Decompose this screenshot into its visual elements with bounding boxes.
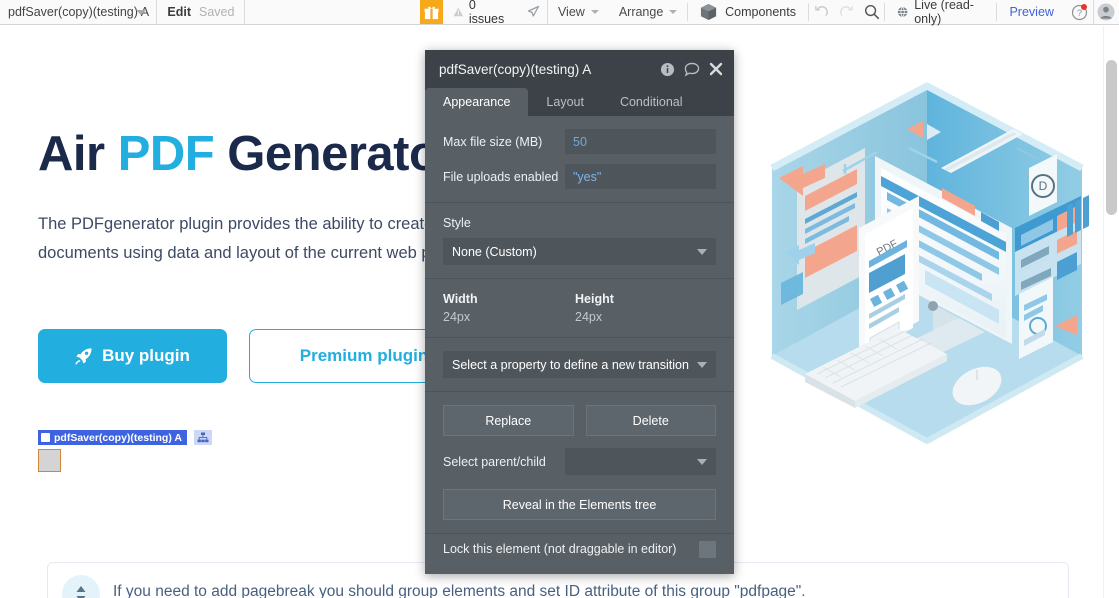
chevron-down-icon (697, 459, 707, 465)
page-title-part1: Air (38, 127, 118, 181)
plugin-fields-section: Max file size (MB) 50 File uploads enabl… (425, 116, 734, 203)
live-readonly-button[interactable]: Live (read-only) (885, 0, 996, 26)
rocket-icon (75, 348, 92, 365)
edit-tab[interactable]: Edit (167, 5, 191, 19)
help-question-icon[interactable]: ? (1067, 0, 1093, 24)
user-avatar-icon[interactable] (1092, 0, 1119, 24)
selected-element-badge[interactable]: pdfSaver(copy)(testing) A (38, 430, 187, 445)
svg-text:D: D (1039, 179, 1048, 193)
reveal-in-elements-tree-button[interactable]: Reveal in the Elements tree (443, 489, 716, 520)
lock-element-row: Lock this element (not draggable in edit… (425, 534, 734, 564)
arrange-menu[interactable]: Arrange (609, 0, 687, 24)
actions-section: Replace Delete Select parent/child Revea… (425, 392, 734, 534)
panel-title: pdfSaver(copy)(testing) A (439, 61, 592, 77)
page-scrollbar-track[interactable] (1103, 26, 1119, 598)
dimensions-section: Width 24px Height 24px (425, 279, 734, 338)
chevron-down-icon (697, 362, 707, 368)
page-scrollbar-thumb[interactable] (1106, 60, 1117, 215)
cube-icon (701, 3, 717, 21)
view-menu[interactable]: View (548, 0, 609, 24)
comment-icon[interactable] (684, 62, 700, 77)
chevron-down-icon (669, 10, 678, 14)
element-property-panel: pdfSaver(copy)(testing) A Appearance Lay… (425, 50, 734, 574)
hierarchy-tree-icon[interactable] (194, 430, 212, 445)
app-name-dropdown[interactable]: pdfSaver(copy)(testing) A (0, 0, 158, 24)
tab-appearance[interactable]: Appearance (425, 88, 529, 116)
info-banner-text: If you need to add pagebreak you should … (113, 583, 806, 598)
globe-icon (897, 6, 908, 18)
tab-conditional[interactable]: Conditional (602, 88, 701, 116)
height-group: Height 24px (575, 292, 707, 324)
replace-button[interactable]: Replace (443, 405, 574, 436)
panel-tabs: Appearance Layout Conditional (425, 88, 734, 116)
tab-layout[interactable]: Layout (528, 88, 602, 116)
style-select[interactable]: None (Custom) (443, 238, 716, 265)
updown-arrows-icon (62, 575, 100, 598)
file-uploads-enabled-label: File uploads enabled (443, 169, 559, 184)
warning-triangle-icon (453, 7, 464, 17)
premium-plugin-label: Premium plugin (299, 346, 429, 365)
selected-element-label: pdfSaver(copy)(testing) A (54, 431, 182, 444)
lock-element-checkbox[interactable] (699, 540, 716, 558)
search-icon[interactable] (859, 0, 884, 24)
transition-select-value: Select a property to define a new transi… (452, 357, 689, 372)
saved-status: Saved (198, 5, 235, 19)
preview-label: Preview (1009, 5, 1054, 19)
parent-child-label: Select parent/child (443, 454, 546, 469)
chevron-down-icon (590, 10, 599, 14)
style-section: Style None (Custom) (425, 203, 734, 279)
redo-icon[interactable] (834, 0, 859, 24)
width-value: 24px (443, 310, 471, 324)
width-label: Width (443, 292, 478, 306)
app-name-label: pdfSaver(copy)(testing) A (8, 5, 150, 19)
parent-child-select[interactable] (565, 448, 716, 475)
components-button[interactable]: Components (688, 0, 808, 24)
parent-child-row: Select parent/child (443, 448, 716, 475)
arrange-menu-label: Arrange (618, 5, 664, 19)
height-label: Height (575, 292, 614, 306)
page-title-part2: Generator (214, 127, 457, 181)
transition-select[interactable]: Select a property to define a new transi… (443, 351, 716, 378)
style-select-value: None (Custom) (452, 244, 537, 259)
field-row-file-uploads-enabled: File uploads enabled "yes" (443, 164, 716, 189)
top-toolbar: pdfSaver(copy)(testing) A Edit Saved 0 i… (0, 0, 1119, 26)
cursor-arrow-icon[interactable] (519, 0, 548, 24)
field-row-max-file-size: Max file size (MB) 50 (443, 129, 716, 154)
page-title: Air PDF Generator (38, 126, 457, 182)
max-file-size-input[interactable]: 50 (565, 129, 716, 154)
components-label: Components (725, 5, 796, 19)
issues-indicator[interactable]: 0 issues (443, 0, 518, 26)
height-value: 24px (575, 310, 603, 324)
file-uploads-enabled-input[interactable]: "yes" (565, 164, 716, 189)
delete-button[interactable]: Delete (585, 405, 716, 436)
max-file-size-label: Max file size (MB) (443, 134, 543, 149)
view-menu-label: View (557, 5, 585, 19)
live-readonly-label: Live (read-only) (914, 0, 974, 26)
preview-button[interactable]: Preview (996, 0, 1066, 24)
edit-status-group: Edit Saved (157, 0, 246, 24)
chevron-down-icon (136, 10, 147, 15)
info-icon[interactable] (660, 62, 675, 77)
pdf-workstation-illustration: PDF D (737, 56, 1103, 471)
close-icon[interactable] (709, 62, 723, 76)
panel-header: pdfSaver(copy)(testing) A (425, 50, 734, 88)
selected-element-box[interactable] (38, 449, 61, 472)
issues-label: 0 issues (468, 0, 505, 26)
checkbox-icon (41, 433, 50, 442)
lock-element-label: Lock this element (not draggable in edit… (443, 542, 677, 556)
notification-dot (1080, 4, 1087, 10)
gift-icon[interactable] (420, 0, 444, 24)
buy-plugin-label: Buy plugin (102, 346, 190, 365)
width-group: Width 24px (443, 292, 575, 324)
page-subtitle: The PDFgenerator plugin provides the abi… (38, 215, 471, 262)
chevron-down-icon (697, 249, 707, 255)
undo-icon[interactable] (809, 0, 834, 24)
page-title-highlight: PDF (117, 127, 215, 181)
buy-plugin-button[interactable]: Buy plugin (38, 329, 227, 383)
style-label: Style (443, 216, 471, 230)
transition-section: Select a property to define a new transi… (425, 338, 734, 392)
